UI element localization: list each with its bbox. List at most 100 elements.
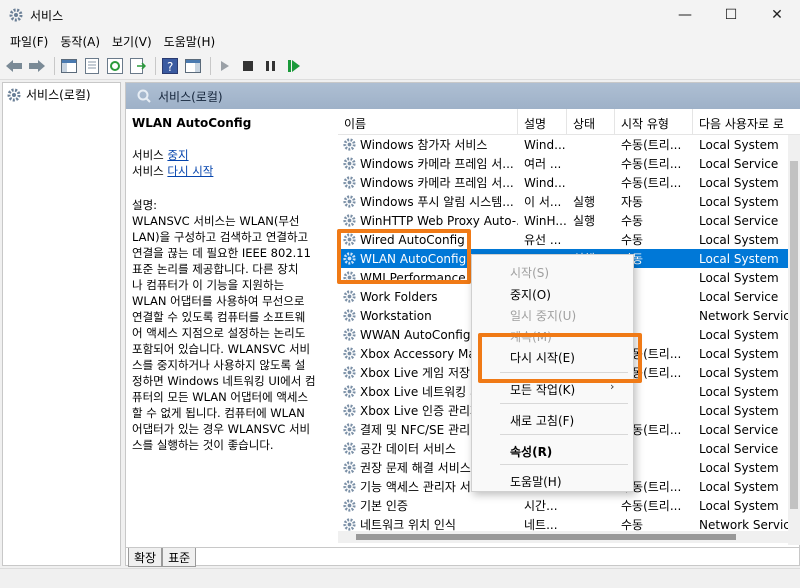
table-row[interactable]: WinHTTP Web Proxy Auto-... WinH... 실행 수동 Loc…	[338, 211, 800, 230]
service-name-label: Work Folders	[360, 289, 438, 304]
column-header-name[interactable]: 이름 ^	[338, 109, 518, 134]
service-name-label: 공간 데이터 서비스	[360, 442, 456, 456]
service-name-label: 권장 문제 해결 서비스	[360, 461, 471, 475]
toolbar-separator	[54, 56, 55, 75]
service-description-cell: Wind...	[524, 137, 566, 152]
restart-service-link[interactable]: 다시 시작	[167, 164, 213, 178]
service-gear-icon	[343, 499, 356, 512]
service-startup-cell: 수동(트리...	[621, 499, 682, 513]
column-header-description[interactable]: 설명	[518, 109, 567, 134]
horizontal-scrollbar[interactable]	[338, 531, 788, 543]
service-name-label: Windows 푸시 알림 시스템...	[360, 195, 514, 209]
vertical-scrollbar[interactable]	[788, 135, 800, 545]
service-name-label: 기능 액세스 관리자 서...	[360, 480, 483, 494]
service-logon-cell: Local Service	[699, 156, 779, 171]
table-row[interactable]: Windows 참가자 서비스 Wind... 수동(트리... Local Syst…	[338, 135, 800, 154]
service-logon-cell: Local Service	[699, 422, 779, 437]
pause-service-icon[interactable]	[261, 56, 281, 76]
menu-help[interactable]: 도움말(H)	[158, 33, 222, 50]
menu-view[interactable]: 보기(V)	[106, 33, 158, 50]
menu-item-all-tasks[interactable]: 모든 작업(K)	[510, 381, 575, 398]
service-name-label: Xbox Live 게임 저장	[360, 366, 471, 380]
menu-item-pause[interactable]: 일시 중지(U)	[510, 307, 576, 324]
forward-icon[interactable]	[27, 56, 47, 76]
menu-action[interactable]: 동작(A)	[54, 33, 106, 50]
service-description-cell: 유선 ...	[524, 233, 562, 247]
service-gear-icon	[343, 423, 356, 436]
service-status-cell: 실행	[573, 214, 596, 228]
column-header-status[interactable]: 상태	[567, 109, 615, 134]
restart-service-icon[interactable]	[284, 56, 304, 76]
stop-service-link[interactable]: 중지	[167, 148, 188, 162]
service-gear-icon	[343, 328, 356, 341]
services-window: 서비스 — ☐ ✕ 파일(F) 동작(A) 보기(V) 도움말(H) ? 서비스…	[0, 0, 800, 588]
service-logon-cell: Local System	[699, 194, 779, 209]
service-gear-icon	[343, 195, 356, 208]
minimize-button[interactable]: —	[662, 0, 708, 30]
service-name-label: Windows 카메라 프레임 서...	[360, 157, 514, 171]
table-row[interactable]: 기본 인증 시간... 수동(트리... Local System	[338, 496, 800, 515]
service-logon-cell: Local System	[699, 270, 779, 285]
show-hide-action-pane-icon[interactable]	[183, 56, 203, 76]
menu-item-properties[interactable]: 속성(R)	[510, 443, 552, 460]
console-tree-icon[interactable]	[59, 56, 79, 76]
service-startup-cell: 수동	[621, 214, 644, 228]
menu-item-help[interactable]: 도움말(H)	[510, 473, 562, 490]
menu-item-refresh[interactable]: 새로 고침(F)	[510, 412, 574, 429]
table-row[interactable]: Windows 카메라 프레임 서... 여러 ... 수동(트리... Local …	[338, 154, 800, 173]
menu-item-stop[interactable]: 중지(O)	[510, 286, 551, 303]
service-gear-icon	[343, 461, 356, 474]
service-gear-icon	[343, 480, 356, 493]
menu-file[interactable]: 파일(F)	[4, 33, 54, 50]
services-gear-icon	[9, 8, 23, 22]
column-header-logon-as[interactable]: 다음 사용자로 로	[693, 109, 800, 134]
restart-prefix-label: 서비스	[132, 164, 168, 178]
column-header-startup-type[interactable]: 시작 유형	[615, 109, 693, 134]
stop-service-icon[interactable]	[238, 56, 258, 76]
tab-extended[interactable]: 확장	[128, 548, 163, 567]
toolbar-separator	[155, 56, 156, 75]
service-logon-cell: Local System	[699, 384, 779, 399]
service-gear-icon	[343, 442, 356, 455]
pane-header-title: 서비스(로컬)	[158, 89, 223, 104]
menu-bar: 파일(F) 동작(A) 보기(V) 도움말(H)	[0, 30, 800, 52]
service-gear-icon	[343, 518, 356, 531]
service-logon-cell: Local Service	[699, 289, 779, 304]
services-pane: 서비스(로컬) WLAN AutoConfig 서비스 중지 서비스 다시 시작…	[125, 82, 800, 567]
vertical-scroll-thumb[interactable]	[790, 161, 798, 509]
properties-sheet-icon[interactable]	[82, 56, 102, 76]
service-gear-icon	[343, 309, 356, 322]
service-logon-cell: Local System	[699, 365, 779, 380]
service-startup-cell: 수동(트리...	[621, 157, 682, 171]
service-startup-cell: 수동(트리...	[621, 138, 682, 152]
refresh-icon[interactable]	[105, 56, 125, 76]
service-gear-icon	[343, 138, 356, 151]
export-list-icon[interactable]	[128, 56, 148, 76]
table-row[interactable]: Windows 푸시 알림 시스템... 이 서... 실행 자동 Local Syst…	[338, 192, 800, 211]
tab-standard[interactable]: 표준	[162, 548, 197, 567]
stop-service-line: 서비스 중지	[132, 147, 328, 163]
selected-service-name: WLAN AutoConfig	[132, 116, 252, 130]
service-logon-cell: Local System	[699, 232, 779, 247]
service-startup-cell: 자동	[621, 195, 644, 209]
service-gear-icon	[343, 176, 356, 189]
highlight-box-restart	[478, 333, 642, 383]
horizontal-scroll-thumb[interactable]	[356, 534, 736, 540]
service-name-cell: Windows 참가자 서비스	[338, 136, 518, 153]
status-bar	[0, 568, 800, 588]
help-icon[interactable]: ?	[160, 56, 180, 76]
service-name-label: 결제 및 NFC/SE 관리...	[360, 423, 482, 437]
table-row[interactable]: Windows 카메라 프레임 서... Wind... 수동(트리... Local…	[338, 173, 800, 192]
menu-item-start[interactable]: 시작(S)	[510, 264, 549, 281]
pane-header: 서비스(로컬)	[126, 83, 800, 109]
service-gear-icon	[343, 157, 356, 170]
start-service-icon[interactable]	[215, 56, 235, 76]
column-header-name-label: 이름	[344, 117, 367, 131]
close-button[interactable]: ✕	[754, 0, 800, 30]
maximize-button[interactable]: ☐	[708, 0, 754, 30]
stop-prefix-label: 서비스	[132, 148, 168, 162]
back-icon[interactable]	[4, 56, 24, 76]
service-description-panel: WLAN AutoConfig 서비스 중지 서비스 다시 시작 설명: WLA…	[132, 115, 328, 453]
window-title: 서비스	[30, 8, 64, 23]
tree-node-services-local[interactable]: 서비스(로컬)	[6, 86, 120, 103]
